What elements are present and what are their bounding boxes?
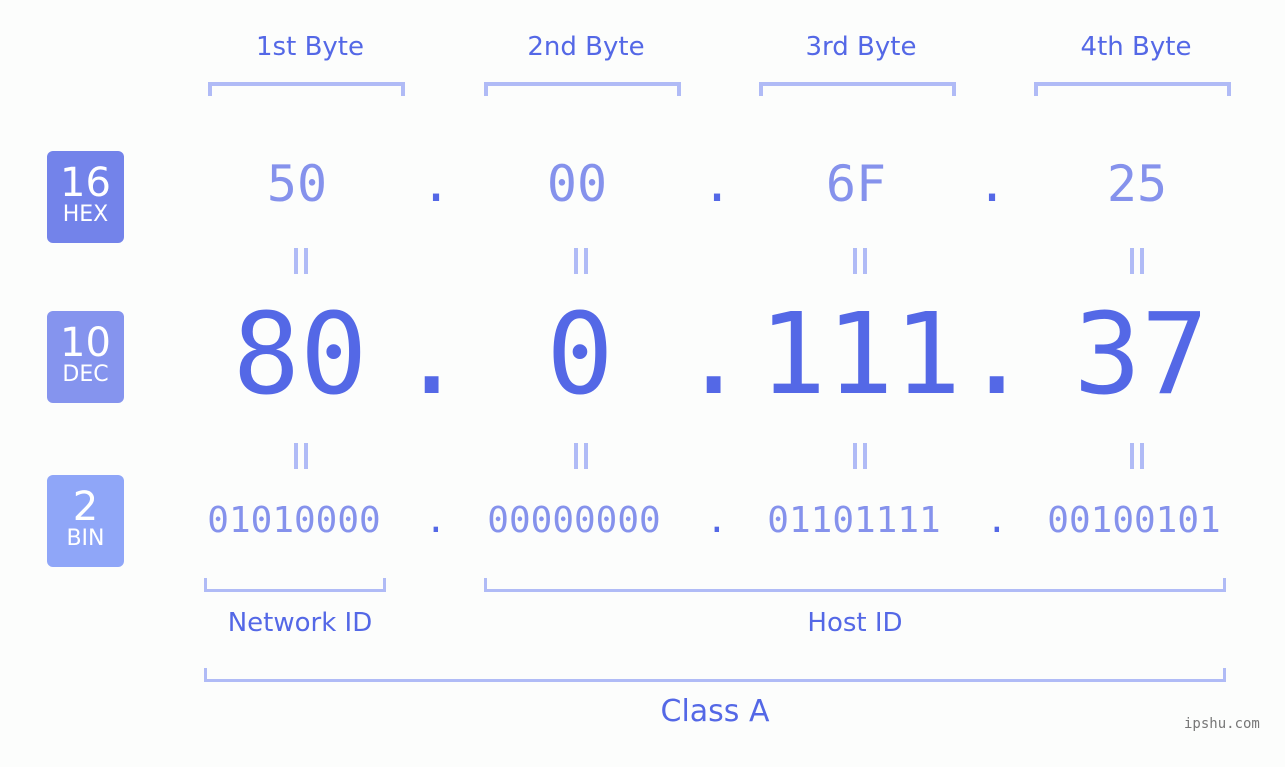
hex-name: HEX	[62, 202, 109, 227]
equals-icon	[1122, 443, 1152, 469]
byte-bracket-3	[759, 82, 956, 96]
bin-value-4: 00100101	[1047, 500, 1221, 541]
bin-dot-3: .	[986, 500, 1008, 541]
class-label: Class A	[660, 694, 770, 729]
bin-value-2: 00000000	[487, 500, 661, 541]
dec-value-4: 37	[1073, 290, 1209, 420]
bin-badge: 2 BIN	[47, 475, 124, 567]
hex-value-2: 00	[546, 155, 608, 213]
bin-base: 2	[72, 484, 99, 530]
byte-label-4: 4th Byte	[1080, 32, 1192, 62]
dec-badge: 10 DEC	[47, 311, 124, 403]
byte-label-3: 3rd Byte	[805, 32, 917, 62]
dec-value-3: 111	[758, 290, 962, 420]
hex-base: 16	[60, 160, 111, 206]
hex-value-3: 6F	[825, 155, 887, 213]
byte-bracket-1	[208, 82, 405, 96]
equals-icon	[566, 248, 596, 274]
byte-label-2: 2nd Byte	[527, 32, 645, 62]
hex-value-4: 25	[1106, 155, 1168, 213]
bin-value-1: 01010000	[207, 500, 381, 541]
equals-icon	[1122, 248, 1152, 274]
equals-icon	[845, 248, 875, 274]
dec-base: 10	[60, 320, 111, 366]
class-bracket	[204, 668, 1226, 682]
hex-dot-3: .	[977, 155, 1008, 213]
byte-bracket-2	[484, 82, 681, 96]
network-id-label: Network ID	[227, 608, 373, 638]
dec-name: DEC	[62, 362, 109, 387]
dec-value-2: 0	[546, 290, 614, 420]
bin-name: BIN	[66, 526, 105, 551]
bin-value-3: 01101111	[767, 500, 941, 541]
network-id-bracket	[204, 578, 386, 592]
bin-dot-2: .	[706, 500, 728, 541]
hex-dot-1: .	[421, 155, 452, 213]
equals-icon	[286, 248, 316, 274]
host-id-bracket	[484, 578, 1226, 592]
hex-dot-2: .	[702, 155, 733, 213]
equals-icon	[845, 443, 875, 469]
dec-value-1: 80	[232, 290, 368, 420]
hex-value-1: 50	[266, 155, 328, 213]
host-id-label: Host ID	[807, 608, 903, 638]
hex-badge: 16 HEX	[47, 151, 124, 243]
equals-icon	[566, 443, 596, 469]
byte-label-1: 1st Byte	[256, 32, 364, 62]
byte-bracket-4	[1034, 82, 1231, 96]
equals-icon	[286, 443, 316, 469]
bin-dot-1: .	[425, 500, 447, 541]
watermark: ipshu.com	[1184, 716, 1260, 732]
